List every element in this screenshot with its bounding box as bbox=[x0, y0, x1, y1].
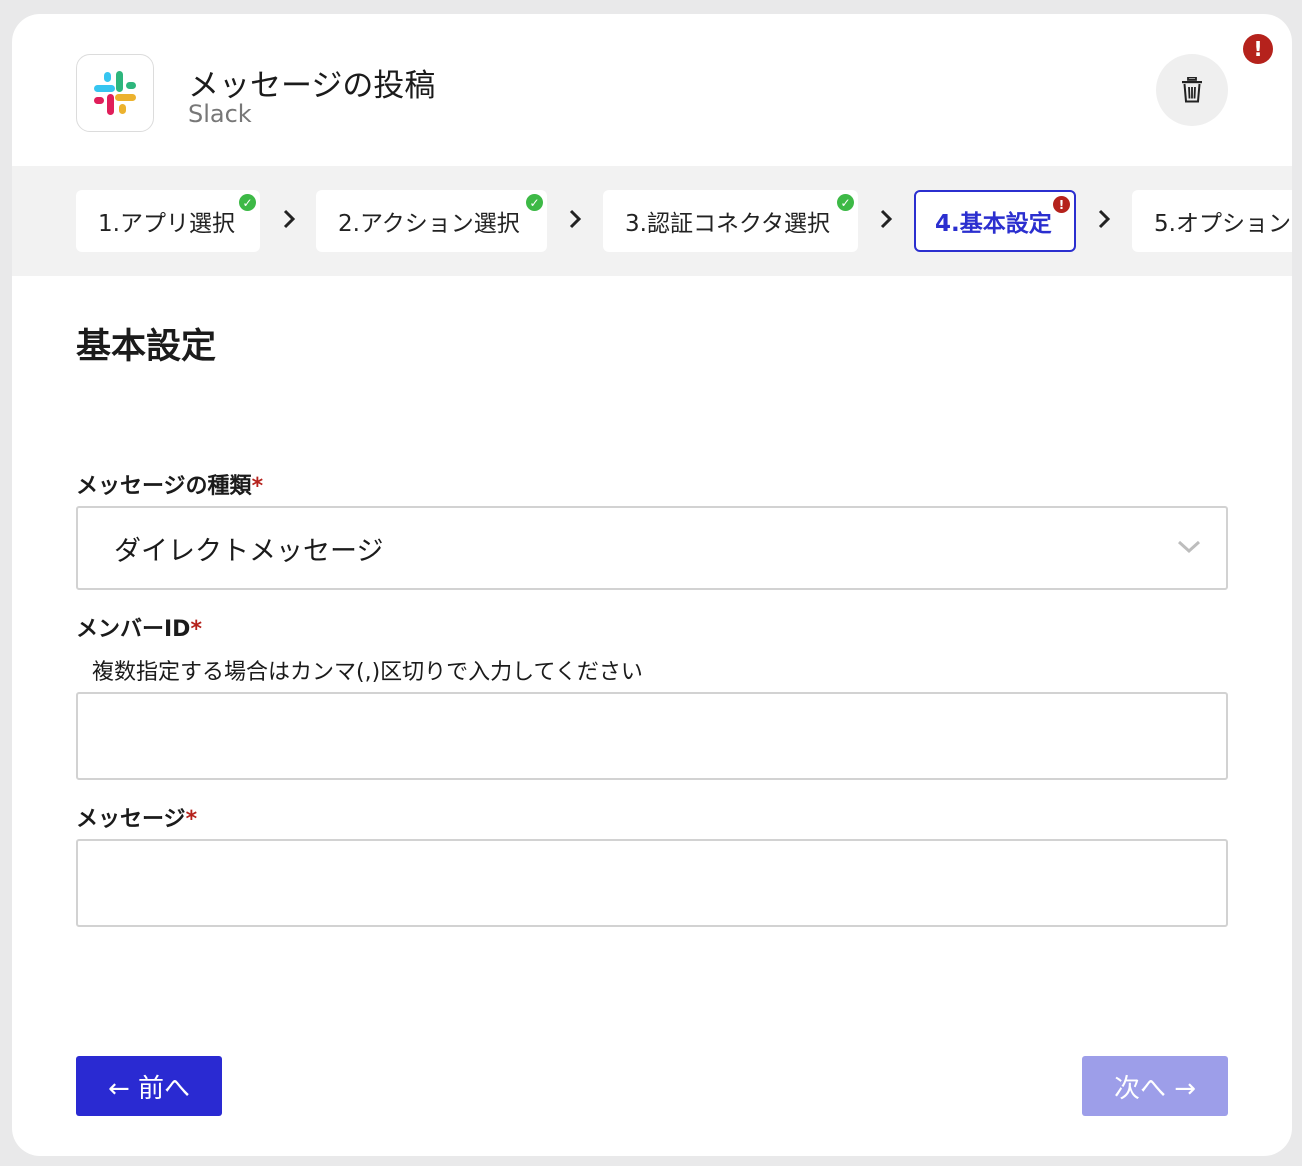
step-label: 2.アクション選択 bbox=[338, 211, 520, 237]
step-label: 1.アプリ選択 bbox=[98, 211, 235, 237]
exclamation-icon: ! bbox=[1243, 34, 1273, 64]
step-options[interactable]: 5.オプション bbox=[1132, 190, 1292, 252]
check-icon: ✓ bbox=[837, 194, 854, 211]
step-label: 4.基本設定 bbox=[935, 211, 1052, 237]
error-icon: ! bbox=[1053, 196, 1070, 213]
member-id-hint: 複数指定する場合はカンマ(,)区切りで入力してください bbox=[92, 660, 643, 685]
required-mark: * bbox=[251, 474, 264, 499]
member-id-label: メンバーID* bbox=[76, 617, 202, 642]
chevron-right-icon bbox=[278, 208, 300, 230]
delete-button[interactable] bbox=[1156, 54, 1228, 126]
required-mark: * bbox=[185, 807, 198, 832]
trash-icon bbox=[1182, 77, 1202, 103]
required-mark: * bbox=[190, 617, 202, 642]
step-basic-settings[interactable]: 4.基本設定 ! bbox=[914, 190, 1076, 252]
action-title: メッセージの投稿 bbox=[188, 68, 436, 104]
message-type-select[interactable]: ダイレクトメッセージ bbox=[76, 506, 1228, 590]
message-input[interactable] bbox=[76, 839, 1228, 927]
app-name: Slack bbox=[188, 100, 252, 128]
chevron-right-icon bbox=[1093, 208, 1115, 230]
member-id-input[interactable] bbox=[76, 692, 1228, 780]
section-title: 基本設定 bbox=[76, 327, 217, 367]
step-connector-select[interactable]: 3.認証コネクタ選択 ✓ bbox=[603, 190, 858, 252]
check-icon: ✓ bbox=[526, 194, 543, 211]
chevron-right-icon bbox=[564, 208, 586, 230]
chevron-right-icon bbox=[875, 208, 897, 230]
step-navigation: 1.アプリ選択 ✓ 2.アクション選択 ✓ 3.認証コネクタ選択 ✓ 4.基本設… bbox=[12, 166, 1292, 276]
message-type-label: メッセージの種類* bbox=[76, 474, 264, 499]
step-label: 5.オプション bbox=[1154, 211, 1291, 237]
prev-button[interactable]: ← 前へ bbox=[76, 1056, 222, 1116]
chevron-down-icon bbox=[1177, 540, 1201, 554]
step-label: 3.認証コネクタ選択 bbox=[625, 211, 831, 237]
step-action-select[interactable]: 2.アクション選択 ✓ bbox=[316, 190, 547, 252]
check-icon: ✓ bbox=[239, 194, 256, 211]
message-label: メッセージ* bbox=[76, 807, 198, 832]
next-button[interactable]: 次へ → bbox=[1082, 1056, 1228, 1116]
action-settings-card: メッセージの投稿 Slack ! 1.アプリ選択 ✓ 2.アクション選択 ✓ 3… bbox=[12, 14, 1292, 1156]
slack-logo-icon bbox=[76, 54, 154, 132]
step-app-select[interactable]: 1.アプリ選択 ✓ bbox=[76, 190, 260, 252]
message-type-value: ダイレクトメッセージ bbox=[114, 535, 384, 567]
